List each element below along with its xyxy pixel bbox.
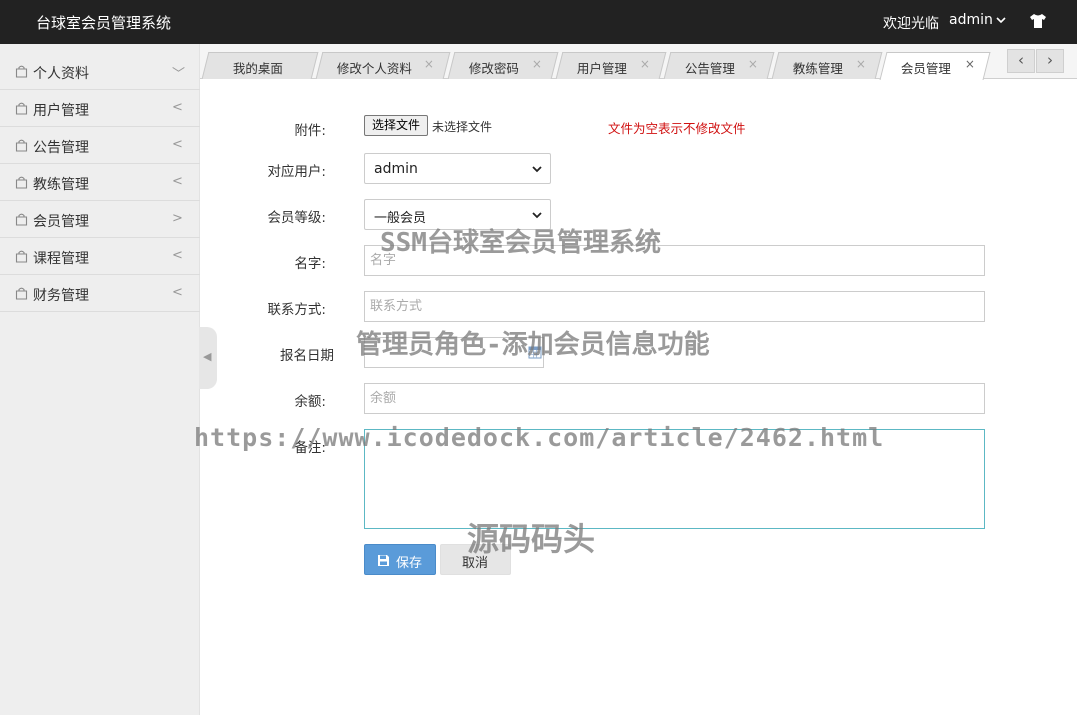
- sidebar-item-notices[interactable]: 公告管理 <: [0, 127, 200, 164]
- sidebar: 个人资料 ﹀ 用户管理 < 公告管理 < 教练管理 < 会员管理 > 课程管理 …: [0, 44, 200, 715]
- sidebar-item-label: 课程管理: [33, 251, 89, 267]
- file-hint-text: 文件为空表示不修改文件: [608, 121, 746, 136]
- attachment-label: 附件:: [294, 123, 326, 139]
- bag-icon: [15, 250, 28, 263]
- chevron-left-icon: <: [172, 137, 183, 152]
- close-icon[interactable]: ×: [424, 57, 434, 71]
- tab-desktop[interactable]: 我的桌面: [201, 52, 319, 79]
- sidebar-item-label: 公告管理: [33, 140, 89, 156]
- tab-change-password[interactable]: 修改密码 ×: [447, 52, 559, 79]
- chevron-left-icon: <: [172, 174, 183, 189]
- sidebar-item-coaches[interactable]: 教练管理 <: [0, 164, 200, 201]
- close-icon[interactable]: ×: [532, 57, 542, 71]
- calendar-icon[interactable]: [528, 345, 542, 359]
- remark-label: 备注:: [294, 440, 326, 456]
- balance-label: 余额:: [294, 394, 326, 410]
- floppy-disk-icon: [378, 555, 389, 566]
- chevron-left-icon: <: [172, 285, 183, 300]
- bag-icon: [15, 65, 28, 78]
- close-icon[interactable]: ×: [856, 57, 866, 71]
- bag-icon: [15, 213, 28, 226]
- top-header: 台球室会员管理系统 欢迎光临 admin: [0, 0, 1077, 44]
- signup-date-label: 报名日期: [280, 348, 334, 364]
- file-status-text: 未选择文件: [432, 120, 493, 134]
- member-level-select[interactable]: 一般会员: [364, 199, 551, 230]
- sidebar-item-label: 教练管理: [33, 177, 89, 193]
- close-icon[interactable]: ×: [748, 57, 758, 71]
- sidebar-item-finance[interactable]: 财务管理 <: [0, 275, 200, 312]
- cancel-button[interactable]: 取消: [440, 544, 511, 575]
- contact-input[interactable]: [364, 291, 985, 322]
- bag-icon: [15, 139, 28, 152]
- sidebar-item-label: 财务管理: [33, 288, 89, 304]
- sidebar-item-courses[interactable]: 课程管理 <: [0, 238, 200, 275]
- tab-label: 修改密码: [468, 61, 519, 76]
- chevron-down-icon[interactable]: [995, 14, 1007, 26]
- tab-scroll-right-button[interactable]: ›: [1036, 49, 1064, 73]
- sidebar-item-members[interactable]: 会员管理 >: [0, 201, 200, 238]
- tab-member-management[interactable]: 会员管理 ×: [879, 52, 991, 80]
- tab-scroll-left-button[interactable]: ‹: [1007, 49, 1035, 73]
- sidebar-item-label: 用户管理: [33, 103, 89, 119]
- sidebar-item-profile[interactable]: 个人资料 ﹀: [0, 53, 200, 90]
- tab-label: 我的桌面: [232, 61, 283, 76]
- cancel-button-label: 取消: [462, 555, 489, 570]
- tab-label: 教练管理: [792, 61, 843, 76]
- tshirt-icon[interactable]: [1029, 13, 1047, 29]
- chevron-left-icon: <: [172, 248, 183, 263]
- level-select-value: 一般会员: [374, 211, 427, 226]
- choose-file-button[interactable]: 选择文件: [364, 115, 428, 136]
- chevron-right-icon: >: [172, 211, 183, 226]
- sidebar-collapse-handle[interactable]: ◀: [199, 327, 217, 389]
- tab-bar: 我的桌面 修改个人资料 × 修改密码 × 用户管理 × 公告管理 × 教练管理 …: [200, 44, 1077, 80]
- sidebar-item-users[interactable]: 用户管理 <: [0, 90, 200, 127]
- user-select[interactable]: admin: [364, 153, 551, 184]
- chevron-left-icon: <: [172, 100, 183, 115]
- chevron-down-icon: [532, 166, 542, 173]
- name-input[interactable]: [364, 245, 985, 276]
- tab-label: 会员管理: [900, 61, 951, 76]
- chevron-down-icon: ﹀: [172, 67, 186, 82]
- user-label: 对应用户:: [267, 164, 326, 180]
- welcome-text: 欢迎光临: [883, 16, 939, 32]
- caret-left-icon: ◀: [203, 350, 212, 363]
- bag-icon: [15, 176, 28, 189]
- contact-label: 联系方式:: [267, 302, 326, 318]
- bag-icon: [15, 287, 28, 300]
- app-title: 台球室会员管理系统: [36, 14, 172, 32]
- user-menu[interactable]: admin: [949, 12, 993, 28]
- tab-user-management[interactable]: 用户管理 ×: [555, 52, 667, 79]
- name-label: 名字:: [294, 256, 326, 272]
- close-icon[interactable]: ×: [965, 57, 975, 71]
- sidebar-item-label: 会员管理: [33, 214, 89, 230]
- chevron-down-icon: [532, 212, 542, 219]
- user-select-value: admin: [374, 161, 418, 177]
- save-button[interactable]: 保存: [364, 544, 436, 575]
- balance-input[interactable]: [364, 383, 985, 414]
- tab-coach-management[interactable]: 教练管理 ×: [771, 52, 883, 79]
- tab-notice-management[interactable]: 公告管理 ×: [663, 52, 775, 79]
- close-icon[interactable]: ×: [640, 57, 650, 71]
- tab-label: 公告管理: [684, 61, 735, 76]
- sidebar-item-label: 个人资料: [33, 66, 89, 82]
- tab-label: 修改个人资料: [336, 61, 412, 76]
- level-label: 会员等级:: [267, 210, 326, 226]
- tab-edit-profile[interactable]: 修改个人资料 ×: [315, 52, 451, 79]
- save-button-label: 保存: [396, 555, 423, 570]
- remark-textarea[interactable]: [364, 429, 985, 529]
- signup-date-input[interactable]: [364, 337, 544, 368]
- bag-icon: [15, 102, 28, 115]
- tab-label: 用户管理: [576, 61, 627, 76]
